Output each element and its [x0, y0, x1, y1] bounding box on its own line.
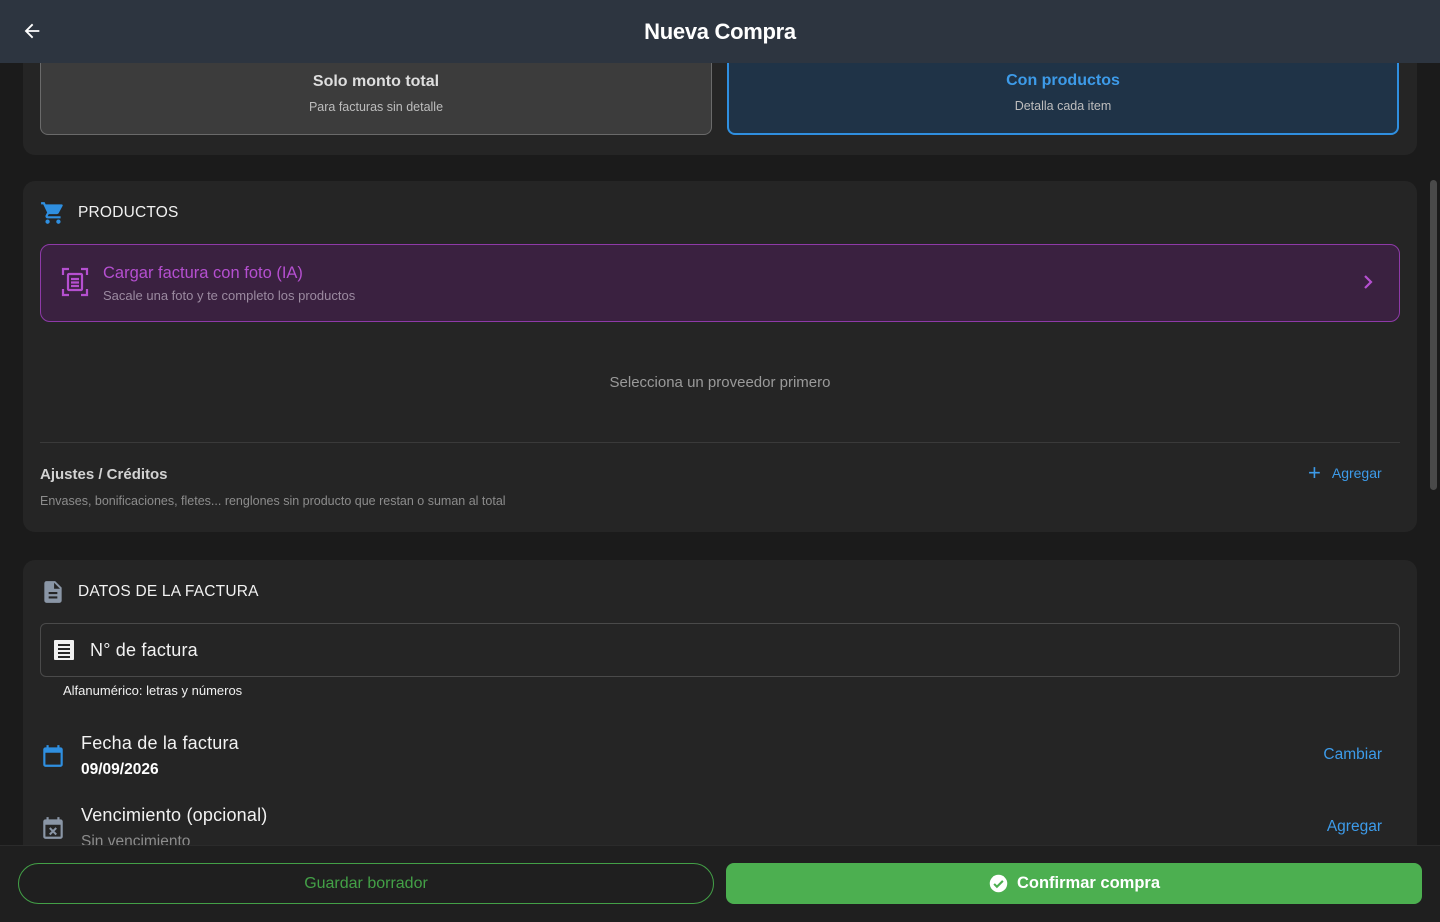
change-date-button[interactable]: Cambiar: [1323, 746, 1382, 764]
due-date-value: Sin vencimiento: [81, 833, 191, 845]
invoice-date-row: Fecha de la factura 09/09/2026 Cambiar: [40, 733, 1400, 789]
products-card: PRODUCTOS Cargar factura con foto (IA) S…: [23, 181, 1417, 532]
add-due-date-button[interactable]: Agregar: [1327, 818, 1382, 836]
mode-total-option[interactable]: Solo monto total Para facturas sin detal…: [40, 63, 712, 135]
invoice-date-value: 09/09/2026: [81, 761, 159, 778]
empty-products-message: Selecciona un proveedor primero: [609, 374, 831, 391]
document-scanner-icon: [61, 267, 89, 302]
adjustments-title: Ajustes / Créditos: [40, 466, 168, 483]
invoice-section-header: DATOS DE LA FACTURA: [40, 579, 259, 605]
receipt-icon: [52, 638, 76, 662]
arrow-left-icon: [24, 23, 40, 39]
save-draft-button[interactable]: Guardar borrador: [18, 863, 714, 904]
invoice-number-input[interactable]: N° de factura: [40, 623, 1400, 677]
back-button[interactable]: [18, 17, 46, 45]
invoice-number-helper: Alfanumérico: letras y números: [63, 683, 243, 698]
mode-total-title: Solo monto total: [312, 73, 440, 90]
invoice-data-card: DATOS DE LA FACTURA N° de factura Alfanu…: [23, 560, 1417, 845]
invoice-heading: DATOS DE LA FACTURA: [78, 583, 259, 600]
invoice-number-label: N° de factura: [90, 639, 198, 660]
adjustments-description: Envases, bonificaciones, fletes... rengl…: [40, 494, 506, 508]
scrollbar-thumb[interactable]: [1430, 180, 1437, 490]
check-circle-icon: [988, 873, 1009, 894]
plus-icon: +: [1308, 460, 1321, 485]
due-date-label: Vencimiento (opcional): [81, 805, 268, 825]
app-bar: Nueva Compra: [0, 0, 1440, 63]
mode-products-option[interactable]: Con productos Detalla cada item: [727, 63, 1399, 135]
confirm-purchase-button[interactable]: Confirmar compra: [726, 863, 1422, 904]
scroll-content[interactable]: Solo monto total Para facturas sin detal…: [0, 63, 1440, 845]
section-divider: [40, 442, 1400, 443]
mode-total-subtitle: Para facturas sin detalle: [308, 100, 444, 114]
bottom-action-bar: Guardar borrador Confirmar compra: [0, 845, 1440, 922]
shopping-cart-icon: [41, 202, 63, 224]
products-section-header: PRODUCTOS: [40, 200, 179, 226]
mode-products-title: Con productos: [1006, 72, 1120, 89]
page-title: Nueva Compra: [644, 18, 796, 44]
invoice-date-label: Fecha de la factura: [81, 733, 239, 753]
document-icon: [44, 581, 62, 603]
chevron-right-icon: [1361, 273, 1375, 296]
add-adjustment-label: Agregar: [1331, 465, 1382, 481]
ia-invoice-upload-button[interactable]: Cargar factura con foto (IA) Sacale una …: [40, 244, 1400, 322]
save-draft-label: Guardar borrador: [304, 874, 428, 892]
purchase-mode-card: Solo monto total Para facturas sin detal…: [23, 63, 1417, 155]
products-heading: PRODUCTOS: [78, 204, 179, 221]
ia-banner-title: Cargar factura con foto (IA): [103, 264, 303, 282]
confirm-purchase-label: Confirmar compra: [1016, 874, 1161, 892]
due-date-row: Vencimiento (opcional) Sin vencimiento A…: [40, 805, 1400, 845]
calendar-icon: [40, 743, 66, 774]
mode-products-subtitle: Detalla cada item: [1014, 99, 1112, 113]
add-adjustment-button[interactable]: + Agregar: [1308, 460, 1382, 485]
ia-banner-subtitle: Sacale una foto y te completo los produc…: [103, 288, 356, 303]
calendar-x-icon: [40, 815, 66, 845]
